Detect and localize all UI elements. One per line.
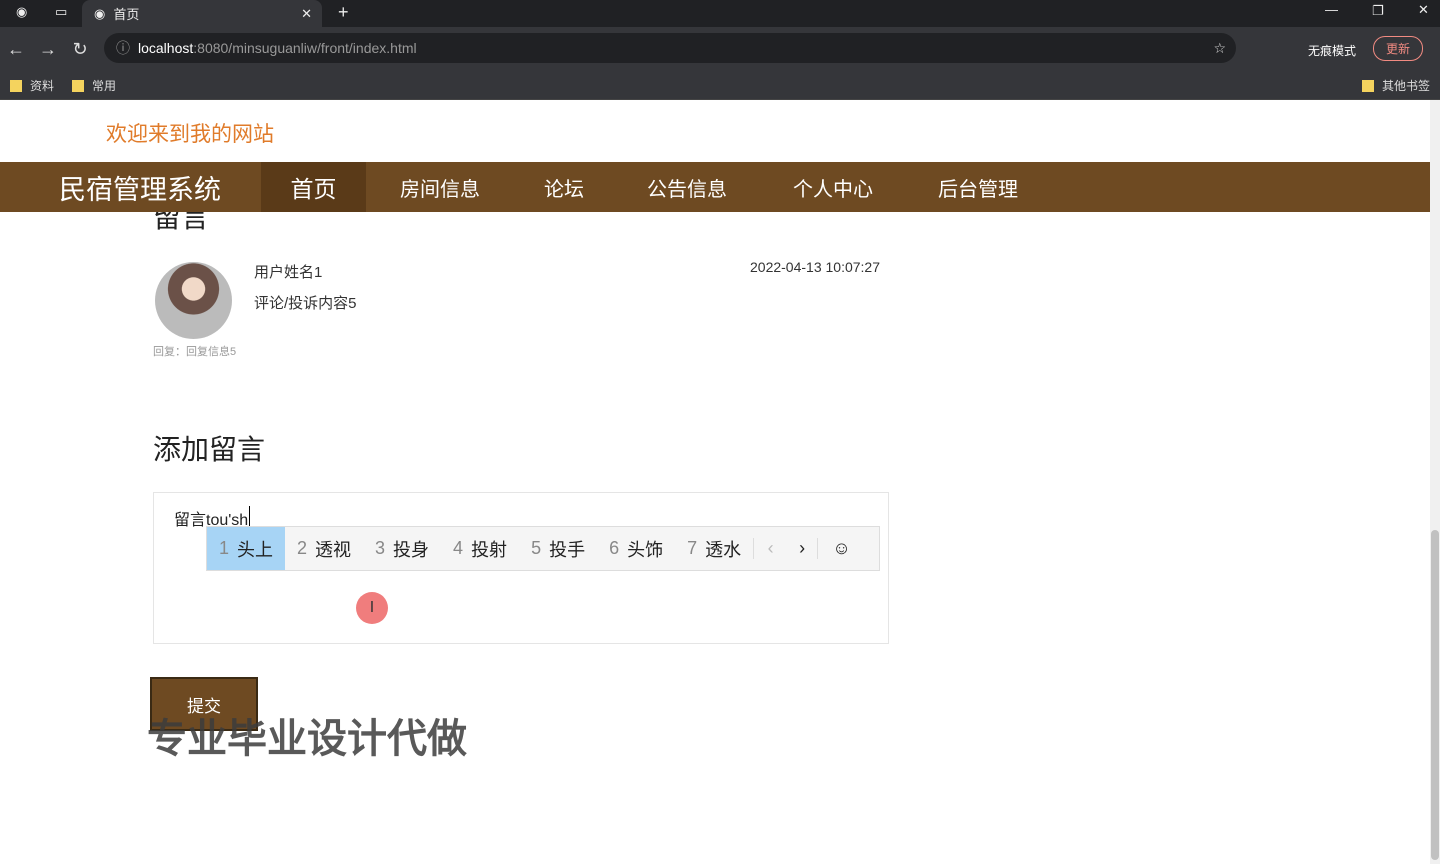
emoji-icon[interactable]: ☺ xyxy=(817,538,865,559)
ime-candidate[interactable]: 1 头上 xyxy=(207,527,286,570)
browser-tabbar: ◉ ▭ ◉ 首页 ✕ + — ❐ ✕ xyxy=(0,0,1440,27)
bookmark-label: 资料 xyxy=(30,78,55,93)
tab-home[interactable]: ◉ 首页 ✕ xyxy=(82,0,322,27)
chevron-right-icon[interactable]: › xyxy=(787,538,817,559)
tab-title: 首页 xyxy=(113,7,140,22)
candidate-number: 6 xyxy=(609,538,620,558)
comment-reply: 回复：回复信息5 xyxy=(153,346,237,358)
main-nav: 民宿管理系统 首页 房间信息 论坛 公告信息 个人中心 后台管理 xyxy=(0,162,1430,212)
restore-icon[interactable]: ❐ xyxy=(1372,3,1384,19)
close-window-icon[interactable]: ✕ xyxy=(1418,2,1429,18)
new-tab-icon[interactable]: + xyxy=(338,2,349,23)
incognito-label[interactable]: 无痕模式 xyxy=(1308,42,1356,59)
back-icon[interactable]: ← xyxy=(0,39,32,60)
nav-admin[interactable]: 后台管理 xyxy=(906,162,1050,212)
bookmark-label: 其他书签 xyxy=(1382,78,1431,93)
candidate-number: 4 xyxy=(453,538,464,558)
update-button[interactable]: 更新 xyxy=(1373,36,1424,61)
candidate-word: 头上 xyxy=(237,539,274,560)
other-bookmarks[interactable]: 其他书签 xyxy=(1362,77,1430,94)
brand: 民宿管理系统 xyxy=(59,174,221,205)
candidate-word: 投射 xyxy=(471,539,508,560)
tab-overview-icon[interactable]: ▭ xyxy=(55,4,67,20)
url-host: localhost xyxy=(138,40,194,56)
ime-candidate[interactable]: 3 投身 xyxy=(363,527,441,570)
browser-toolbar: ← → ↻ ⓘ localhost:8080/minsuguanliw/front… xyxy=(0,27,1440,71)
scrollbar[interactable] xyxy=(1430,100,1440,864)
star-icon[interactable]: ☆ xyxy=(1213,40,1226,57)
ime-candidate[interactable]: 2 透视 xyxy=(285,527,363,570)
add-comment-heading: 添加留言 xyxy=(153,434,266,465)
candidate-number: 3 xyxy=(375,538,386,558)
url-path: :8080/minsuguanliw/front/index.html xyxy=(193,40,417,56)
ime-candidate[interactable]: 6 头饰 xyxy=(597,527,675,570)
comment-time: 2022-04-13 10:07:27 xyxy=(750,259,880,275)
welcome-text: 欢迎来到我的网站 xyxy=(106,123,274,146)
avatar xyxy=(155,262,232,339)
info-icon: ⓘ xyxy=(116,40,130,56)
address-bar[interactable]: ⓘ localhost:8080/minsuguanliw/front/index… xyxy=(104,33,1236,63)
close-icon[interactable]: ✕ xyxy=(301,6,312,22)
chevron-left-icon[interactable]: ‹ xyxy=(753,538,787,559)
nav-profile[interactable]: 个人中心 xyxy=(760,162,906,212)
candidate-number: 5 xyxy=(531,538,542,558)
minimize-icon[interactable]: — xyxy=(1325,2,1338,17)
ime-candidate-bar: 1 头上 2 透视 3 投身 4 投射 5 投手 6 头饰 7 透水 ‹ › ☺ xyxy=(206,526,880,571)
nav-forum[interactable]: 论坛 xyxy=(514,162,614,212)
candidate-word: 透水 xyxy=(705,539,742,560)
nav-rooms[interactable]: 房间信息 xyxy=(366,162,514,212)
ime-candidate[interactable]: 7 透水 xyxy=(675,527,753,570)
comment-user: 用户姓名1 xyxy=(254,264,323,281)
bookmark-folder[interactable]: 资料 xyxy=(10,77,54,94)
watermark: 专业毕业设计代做 xyxy=(147,717,467,761)
globe-icon[interactable]: ◉ xyxy=(16,4,27,20)
candidate-word: 投身 xyxy=(393,539,430,560)
globe-icon: ◉ xyxy=(94,5,106,21)
candidate-word: 投手 xyxy=(549,539,586,560)
ime-candidate[interactable]: 5 投手 xyxy=(519,527,597,570)
bookmark-folder[interactable]: 常用 xyxy=(72,77,116,94)
reload-icon[interactable]: ↻ xyxy=(64,39,96,60)
nav-home[interactable]: 首页 xyxy=(261,162,366,212)
candidate-number: 7 xyxy=(687,538,698,558)
nav-notices[interactable]: 公告信息 xyxy=(614,162,760,212)
mouse-cursor-icon: I xyxy=(356,592,388,624)
bookmark-label: 常用 xyxy=(92,78,117,93)
candidate-word: 透视 xyxy=(315,539,352,560)
bookmarks-bar: 资料 常用 其他书签 xyxy=(0,71,1440,100)
comment-content: 评论/投诉内容5 xyxy=(254,295,357,312)
ime-candidate[interactable]: 4 投射 xyxy=(441,527,519,570)
forward-icon[interactable]: → xyxy=(32,39,64,60)
scrollbar-thumb[interactable] xyxy=(1431,530,1439,860)
candidate-number: 1 xyxy=(219,538,230,558)
candidate-number: 2 xyxy=(297,538,308,558)
candidate-word: 头饰 xyxy=(627,539,664,560)
